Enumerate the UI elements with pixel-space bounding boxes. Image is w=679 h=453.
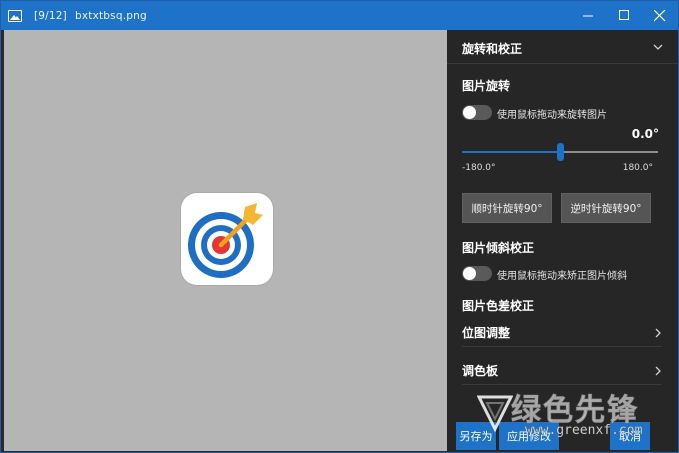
image-canvas[interactable]: [4, 30, 447, 451]
skew-drag-toggle-label: 使用鼠标拖动来矫正图片倾斜: [497, 271, 627, 282]
toggle-knob: [463, 106, 476, 119]
rotation-max-label: 180.0°: [622, 163, 653, 173]
image-app-icon: [8, 9, 22, 22]
rotation-min-label: -180.0°: [462, 163, 496, 173]
image-counter: [9/12]: [34, 9, 67, 22]
maximize-icon: [618, 10, 629, 20]
chevron-right-icon: [655, 328, 661, 338]
color-section-title: 图片色差校正: [462, 299, 535, 313]
skew-section-title: 图片倾斜校正: [462, 241, 535, 255]
minimize-icon: [582, 15, 593, 17]
watermark-logo-icon: [477, 395, 513, 433]
chevron-right-icon: [655, 366, 661, 376]
window-title: [9/12] bxtxtbsq.png: [34, 10, 155, 22]
rotation-angle-value: 0.0°: [631, 127, 659, 141]
toggle-knob: [463, 267, 476, 280]
rotate-drag-toggle-label: 使用鼠标拖动来旋转图片: [497, 110, 607, 121]
file-name: bxtxtbsq.png: [74, 9, 147, 22]
skew-drag-toggle[interactable]: [462, 266, 492, 281]
panel-title: 旋转和校正: [462, 42, 523, 56]
dartboard-arrow-icon: [188, 203, 263, 278]
target-app-icon-preview: [181, 193, 273, 285]
site-watermark: 绿色先锋 www.greenxf.com: [475, 387, 675, 449]
minimize-button[interactable]: [570, 1, 606, 30]
window-controls: [570, 1, 678, 30]
rotate-drag-toggle[interactable]: [462, 105, 492, 120]
chevron-down-icon[interactable]: [653, 43, 663, 51]
maximize-button[interactable]: [606, 1, 642, 30]
palette-row[interactable]: 调色板: [462, 355, 662, 385]
palette-label: 调色板: [462, 364, 499, 378]
rotation-slider-thumb[interactable]: [556, 143, 564, 161]
rotate-counterclockwise-button[interactable]: 逆时针旋转90°: [561, 193, 651, 223]
panel-header[interactable]: 旋转和校正: [447, 30, 678, 64]
rotate-clockwise-button[interactable]: 顺时针旋转90°: [462, 193, 552, 223]
title-bar: [9/12] bxtxtbsq.png: [1, 1, 678, 30]
close-button[interactable]: [642, 1, 678, 30]
bitmap-adjust-label: 位图调整: [462, 326, 511, 340]
watermark-url: www.greenxf.com: [525, 423, 643, 439]
rotation-slider-fill: [462, 151, 560, 153]
image-viewer-window: [9/12] bxtxtbsq.png 旋转和校正 图片旋转 使用鼠标拖动来旋转…: [0, 0, 679, 453]
bitmap-adjust-row[interactable]: 位图调整: [462, 317, 662, 347]
close-icon: [654, 9, 666, 21]
rotate-section-title: 图片旋转: [462, 79, 511, 93]
